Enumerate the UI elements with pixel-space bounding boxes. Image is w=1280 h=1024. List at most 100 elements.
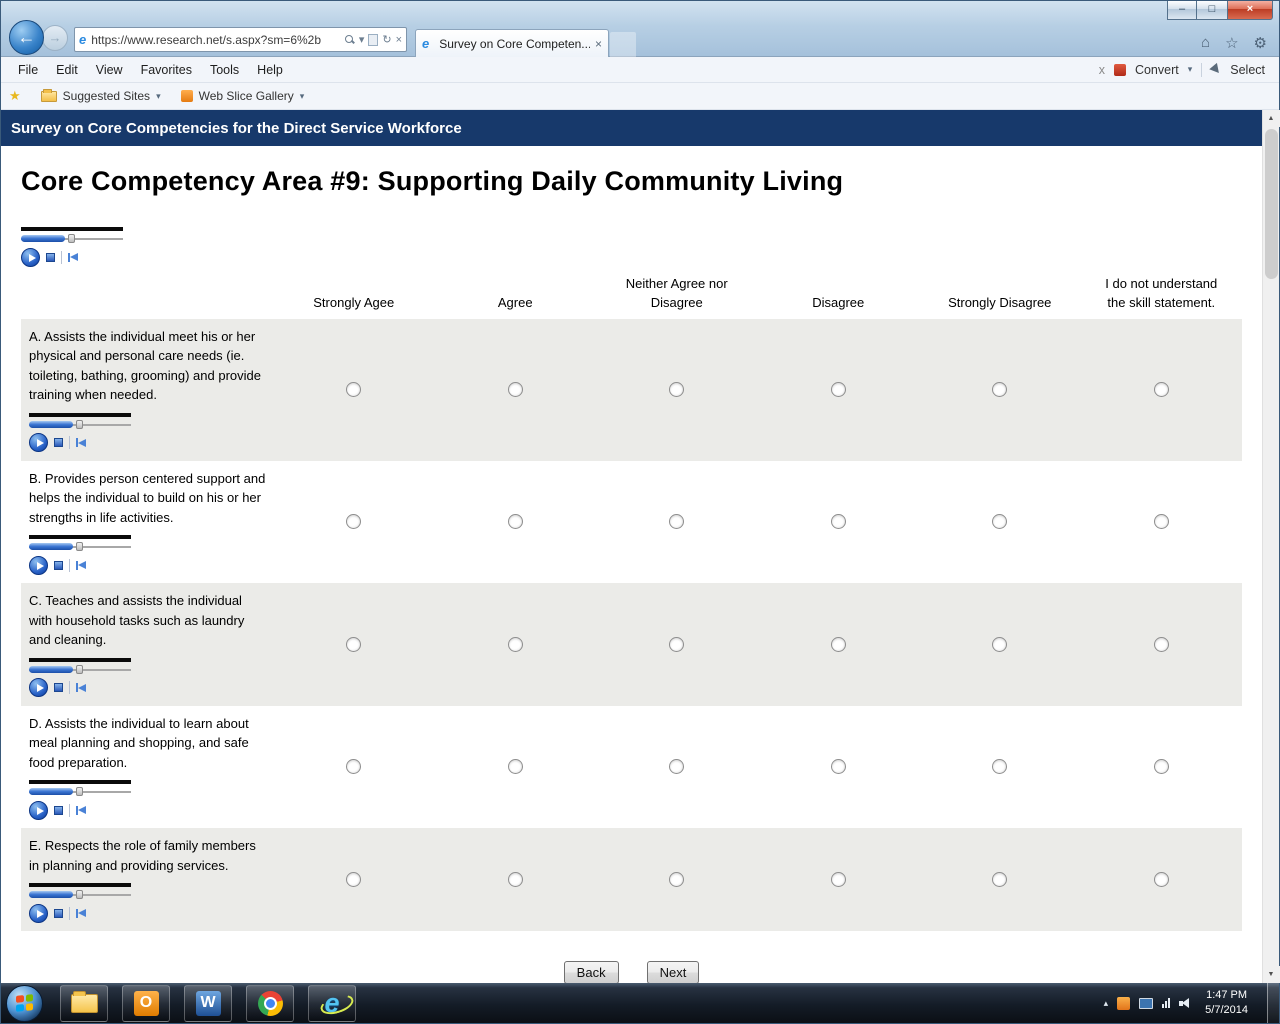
tab-close-icon[interactable]: × <box>595 37 602 51</box>
radio-option[interactable] <box>831 382 846 397</box>
skip-to-start-button[interactable] <box>68 253 78 262</box>
convert-caret-icon[interactable]: ▾ <box>1188 64 1193 75</box>
audio-player[interactable] <box>29 535 131 575</box>
survey-next-button[interactable]: Next <box>647 961 700 983</box>
home-icon[interactable]: ⌂ <box>1201 34 1210 52</box>
radio-option[interactable] <box>346 382 361 397</box>
player-seek-slider[interactable] <box>21 233 123 244</box>
stop-button[interactable] <box>54 561 63 570</box>
radio-option[interactable] <box>1154 872 1169 887</box>
player-slider-handle[interactable] <box>76 542 83 551</box>
radio-option[interactable] <box>508 514 523 529</box>
radio-option[interactable] <box>669 759 684 774</box>
menu-item-view[interactable]: View <box>87 63 132 77</box>
taskbar-item-chrome[interactable] <box>246 985 294 1022</box>
tray-app-icon[interactable] <box>1117 997 1130 1010</box>
menu-item-file[interactable]: File <box>9 63 47 77</box>
web-slice-gallery-button[interactable]: Web Slice Gallery <box>199 89 294 103</box>
radio-option[interactable] <box>831 872 846 887</box>
stop-button[interactable] <box>46 253 55 262</box>
stop-button[interactable] <box>54 909 63 918</box>
radio-option[interactable] <box>1154 382 1169 397</box>
player-seek-slider[interactable] <box>29 664 131 675</box>
audio-player[interactable] <box>29 658 131 698</box>
tray-expand-icon[interactable]: ▴ <box>1104 998 1109 1009</box>
address-dropdown-caret[interactable]: ▾ <box>359 33 365 46</box>
survey-back-button[interactable]: Back <box>564 961 619 983</box>
volume-icon[interactable] <box>1179 998 1192 1009</box>
player-seek-slider[interactable] <box>29 419 131 430</box>
taskbar-clock[interactable]: 1:47 PM 5/7/2014 <box>1201 988 1258 1018</box>
add-favorite-icon[interactable]: ★ <box>9 88 21 104</box>
audio-player[interactable] <box>29 413 131 453</box>
radio-option[interactable] <box>346 872 361 887</box>
player-slider-handle[interactable] <box>68 234 75 243</box>
web-slice-caret-icon[interactable]: ▾ <box>300 91 305 102</box>
audio-player[interactable] <box>21 227 123 267</box>
radio-option[interactable] <box>1154 514 1169 529</box>
play-button[interactable] <box>29 801 48 820</box>
stop-button[interactable] <box>54 438 63 447</box>
taskbar-item-word[interactable]: W <box>184 985 232 1022</box>
network-signal-icon[interactable] <box>1162 998 1170 1008</box>
radio-option[interactable] <box>669 637 684 652</box>
player-seek-slider[interactable] <box>29 889 131 900</box>
scroll-down-button[interactable]: ▼ <box>1263 966 1280 983</box>
radio-option[interactable] <box>992 637 1007 652</box>
radio-option[interactable] <box>508 759 523 774</box>
radio-option[interactable] <box>346 637 361 652</box>
skip-to-start-button[interactable] <box>76 909 86 918</box>
player-seek-slider[interactable] <box>29 786 131 797</box>
radio-option[interactable] <box>508 872 523 887</box>
network-display-icon[interactable] <box>1139 998 1153 1009</box>
radio-option[interactable] <box>346 514 361 529</box>
audio-player[interactable] <box>29 780 131 820</box>
radio-option[interactable] <box>508 637 523 652</box>
show-desktop-button[interactable] <box>1267 983 1279 1023</box>
player-slider-handle[interactable] <box>76 890 83 899</box>
radio-option[interactable] <box>508 382 523 397</box>
new-tab-stub[interactable] <box>610 32 636 57</box>
player-slider-handle[interactable] <box>76 787 83 796</box>
back-button[interactable]: ← <box>9 20 44 55</box>
close-button[interactable]: × <box>1227 1 1273 20</box>
menu-item-edit[interactable]: Edit <box>47 63 87 77</box>
menu-item-help[interactable]: Help <box>248 63 292 77</box>
select-button[interactable]: Select <box>1230 63 1265 77</box>
play-button[interactable] <box>29 678 48 697</box>
forward-button[interactable]: → <box>42 25 68 51</box>
taskbar-item-outlook[interactable]: O <box>122 985 170 1022</box>
skip-to-start-button[interactable] <box>76 683 86 692</box>
stop-icon[interactable]: × <box>396 34 402 46</box>
menu-item-favorites[interactable]: Favorites <box>132 63 201 77</box>
scroll-up-button[interactable]: ▲ <box>1263 110 1280 127</box>
radio-option[interactable] <box>831 759 846 774</box>
radio-option[interactable] <box>992 514 1007 529</box>
radio-option[interactable] <box>992 382 1007 397</box>
skip-to-start-button[interactable] <box>76 561 86 570</box>
radio-option[interactable] <box>992 872 1007 887</box>
player-seek-slider[interactable] <box>29 541 131 552</box>
compatibility-icon[interactable] <box>368 34 378 46</box>
menu-item-tools[interactable]: Tools <box>201 63 248 77</box>
search-icon[interactable] <box>344 34 355 45</box>
refresh-icon[interactable]: ↻ <box>382 33 391 46</box>
address-bar[interactable]: e https://www.research.net/s.aspx?sm=6%2… <box>74 27 407 52</box>
audio-player[interactable] <box>29 883 131 923</box>
minimize-button[interactable]: – <box>1167 1 1197 20</box>
radio-option[interactable] <box>346 759 361 774</box>
player-slider-handle[interactable] <box>76 665 83 674</box>
toolbar-close-icon[interactable]: x <box>1099 63 1105 77</box>
play-button[interactable] <box>21 248 40 267</box>
player-slider-handle[interactable] <box>76 420 83 429</box>
radio-option[interactable] <box>669 514 684 529</box>
play-button[interactable] <box>29 433 48 452</box>
radio-option[interactable] <box>1154 637 1169 652</box>
start-button[interactable] <box>6 985 43 1022</box>
radio-option[interactable] <box>831 514 846 529</box>
skip-to-start-button[interactable] <box>76 438 86 447</box>
browser-tab[interactable]: e Survey on Core Competen... × <box>415 29 609 57</box>
taskbar-item-explorer[interactable] <box>60 985 108 1022</box>
radio-option[interactable] <box>1154 759 1169 774</box>
radio-option[interactable] <box>669 872 684 887</box>
